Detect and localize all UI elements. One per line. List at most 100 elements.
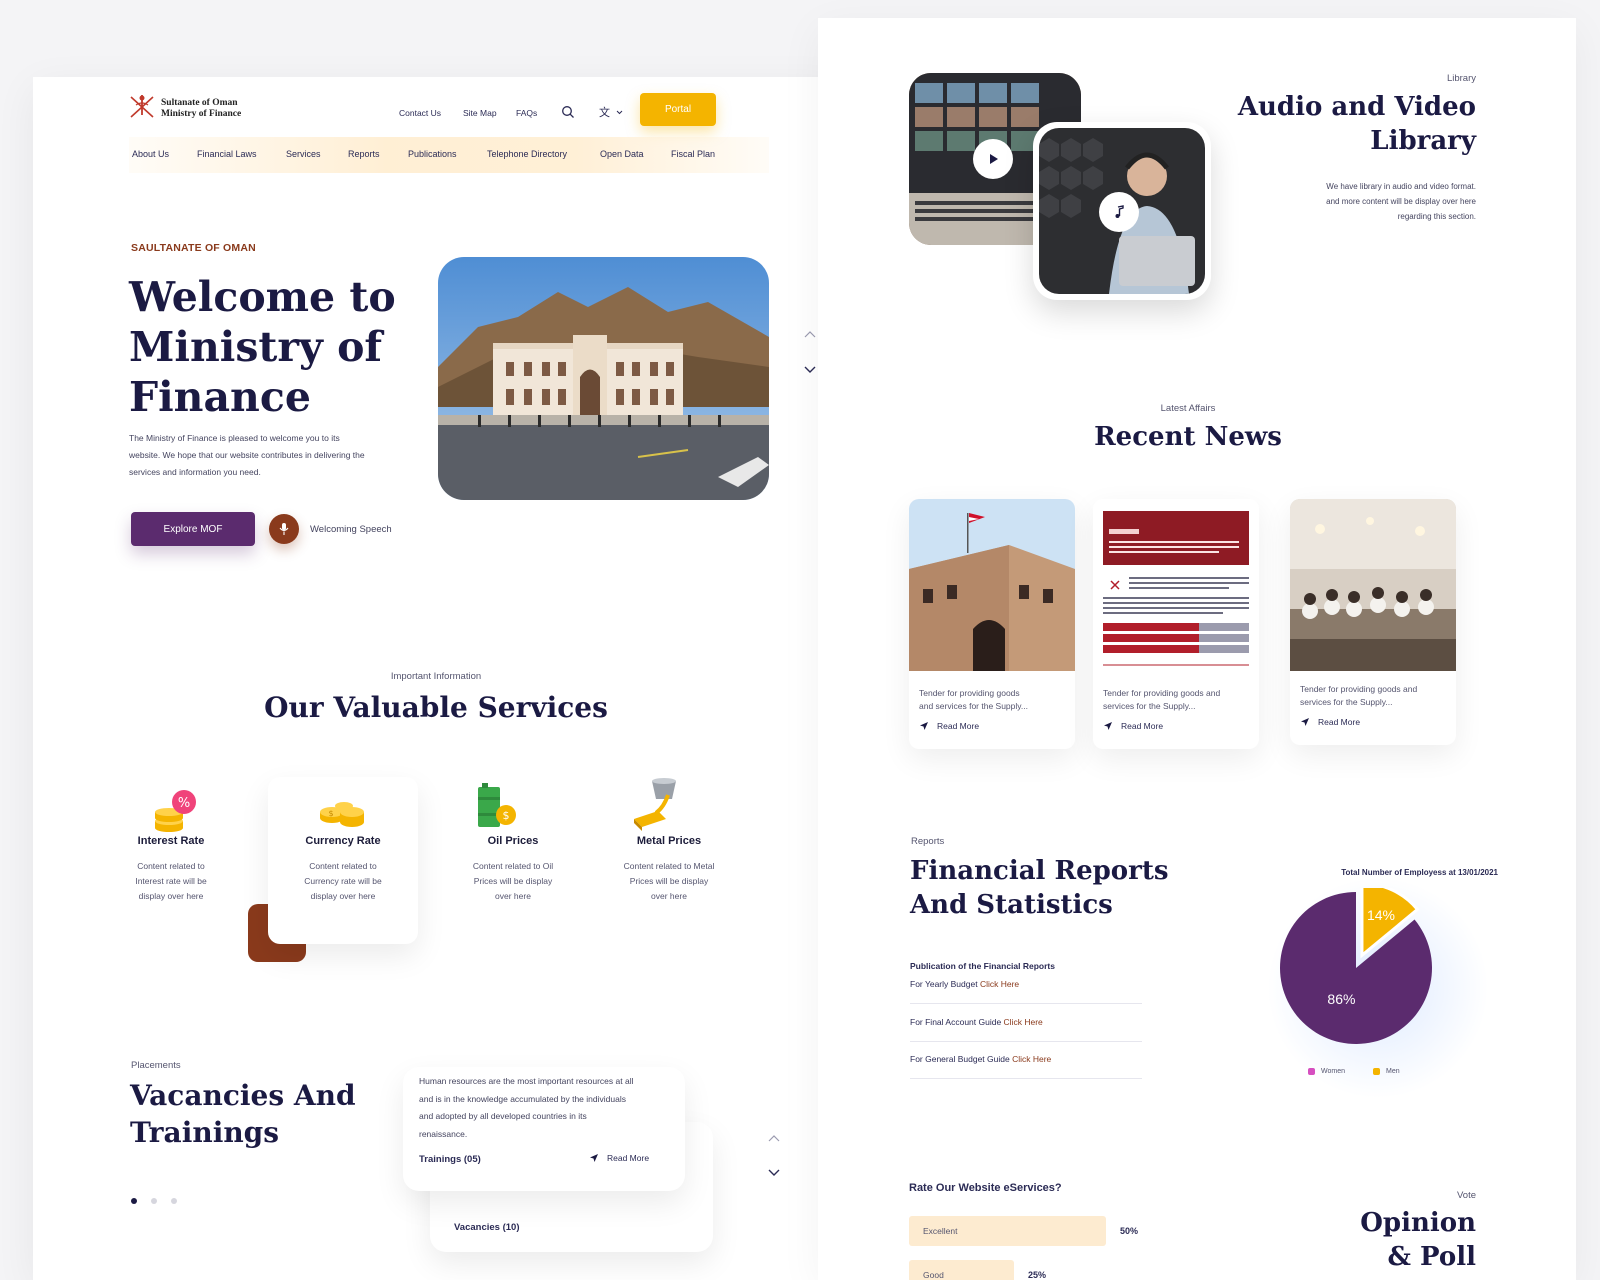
legend-swatch: [1373, 1068, 1380, 1075]
news-read-more[interactable]: Read More: [919, 721, 979, 731]
service-currency-rate[interactable]: $: [308, 788, 388, 838]
poll-eyebrow: Vote: [1456, 1190, 1476, 1201]
news-read-more[interactable]: Read More: [1300, 717, 1360, 727]
hero-title-line-1: Welcome to: [129, 273, 396, 321]
nav-financial-laws[interactable]: Financial Laws: [197, 149, 257, 159]
library-desc-line-3: regarding this section.: [1397, 212, 1476, 221]
library-title-line-1: Audio and Video: [1237, 92, 1476, 122]
general-budget-guide-link[interactable]: For General Budget Guide Click Here: [910, 1054, 1051, 1064]
divider: [910, 1041, 1142, 1042]
hero-title: Welcome to Ministry of Finance: [129, 272, 396, 422]
nav-about-us[interactable]: About Us: [132, 149, 169, 159]
poll-option-good[interactable]: Good: [909, 1260, 1014, 1280]
welcoming-speech-play-button[interactable]: [269, 514, 299, 544]
chevron-up-icon[interactable]: [767, 1133, 781, 1143]
news-card[interactable]: Tender for providing goods and services …: [1290, 499, 1456, 745]
audio-thumbnail[interactable]: [1033, 122, 1211, 300]
service-interest-rate[interactable]: %: [137, 788, 217, 868]
welcoming-speech-label[interactable]: Welcoming Speech: [310, 524, 392, 535]
carousel-dot-active[interactable]: [131, 1198, 137, 1204]
read-more-label: Read More: [937, 721, 980, 731]
microphone-icon: [279, 523, 289, 535]
chevron-down-icon[interactable]: [803, 364, 817, 374]
library-title: Audio and Video Library: [1198, 90, 1476, 158]
news-card[interactable]: Tender for providing goods and services …: [1093, 499, 1259, 749]
news-eyebrow: Latest Affairs: [1160, 403, 1216, 414]
news-card[interactable]: Tender for providing goods and services …: [909, 499, 1075, 749]
hero-desc-line-3: services and information you need.: [129, 467, 261, 477]
arrow-send-icon: [920, 722, 928, 730]
service-desc-line: Interest rate will be: [135, 876, 207, 886]
click-here-link[interactable]: Click Here: [980, 979, 1019, 989]
click-here-link[interactable]: Click Here: [1004, 1017, 1043, 1027]
nav-open-data[interactable]: Open Data: [600, 149, 644, 159]
vacancies-title: Vacancies And Trainings: [130, 1077, 356, 1151]
service-metal-prices[interactable]: [628, 773, 708, 833]
trainings-desc-line: and adopted by all developed countries i…: [419, 1111, 587, 1121]
nav-reports[interactable]: Reports: [348, 149, 380, 159]
contact-us-link[interactable]: Contact Us: [399, 108, 441, 118]
report-link-text: For General Budget Guide: [910, 1054, 1013, 1064]
news-excerpt-line: Tender for providing goods and: [1300, 684, 1418, 694]
library-desc-line-2: and more content will be display over he…: [1326, 197, 1476, 206]
carousel-dot[interactable]: [171, 1198, 177, 1204]
chevron-down-icon[interactable]: [767, 1167, 781, 1177]
language-translate-icon[interactable]: 文: [599, 105, 625, 119]
reports-title: Financial Reports And Statistics: [910, 854, 1169, 922]
ministry-logo[interactable]: [127, 91, 157, 126]
news-excerpt-line: Tender for providing goods: [919, 688, 1020, 698]
news-excerpt: Tender for providing goods and services …: [1103, 687, 1220, 713]
ministry-building-photo: [438, 257, 769, 500]
news-excerpt-line: services for the Supply...: [1103, 701, 1196, 711]
final-account-guide-link[interactable]: For Final Account Guide Click Here: [910, 1017, 1043, 1027]
click-here-link[interactable]: Click Here: [1012, 1054, 1051, 1064]
yearly-budget-link[interactable]: For Yearly Budget Click Here: [910, 979, 1019, 989]
nav-telephone-directory[interactable]: Telephone Directory: [487, 149, 567, 159]
hero-description: The Ministry of Finance is pleased to we…: [129, 430, 409, 481]
service-desc-line: Content related to: [309, 861, 377, 871]
news-image-building: [909, 499, 1075, 671]
trainings-desc-line: Human resources are the most important r…: [419, 1076, 634, 1086]
service-oil-prices[interactable]: $: [468, 777, 548, 837]
services-eyebrow: Important Information: [390, 671, 482, 682]
nav-services[interactable]: Services: [286, 149, 321, 159]
vacancies-eyebrow: Placements: [131, 1060, 181, 1071]
chart-legend: Women Men: [1308, 1068, 1400, 1075]
poll-option-excellent[interactable]: Excellent: [909, 1216, 1106, 1246]
arrow-send-icon: [1301, 718, 1309, 726]
poll-title-line-1: Opinion: [1360, 1208, 1476, 1238]
service-desc-line: over here: [495, 891, 531, 901]
pie-data-label: 86%: [1327, 991, 1355, 1007]
hero-eyebrow: SAULTANATE OF OMAN: [131, 242, 256, 254]
service-desc-line: Content related to Oil: [472, 861, 554, 871]
library-title-line-2: Library: [1370, 126, 1476, 156]
employees-pie-chart: 86% 14%: [1280, 888, 1432, 1044]
nav-fiscal-plan[interactable]: Fiscal Plan: [671, 149, 715, 159]
hero-title-line-3: Finance: [129, 373, 311, 421]
carousel-dot[interactable]: [151, 1198, 157, 1204]
news-read-more[interactable]: Read More: [1103, 721, 1163, 731]
read-more-label: Read More: [607, 1153, 650, 1163]
trainings-count: Trainings (05): [419, 1154, 481, 1165]
explore-mof-button[interactable]: Explore MOF: [131, 512, 255, 546]
audio-photo-frame: [1039, 128, 1205, 294]
video-play-button[interactable]: [973, 139, 1013, 179]
portal-button[interactable]: Portal: [640, 93, 716, 126]
faqs-link[interactable]: FAQs: [516, 108, 537, 118]
audio-play-button[interactable]: [1099, 192, 1139, 232]
site-map-link[interactable]: Site Map: [463, 108, 497, 118]
reports-title-line-2: And Statistics: [910, 890, 1113, 920]
nav-publications[interactable]: Publications: [408, 149, 457, 159]
trainings-card: Human resources are the most important r…: [403, 1067, 685, 1191]
poll-option-label: Good: [923, 1270, 944, 1280]
trainings-desc-line: renaissance.: [419, 1128, 468, 1139]
chevron-up-icon[interactable]: [803, 329, 817, 339]
search-icon[interactable]: [561, 105, 575, 119]
service-desc-line: Prices will be display: [629, 876, 709, 886]
poll-title-line-2: & Poll: [1387, 1242, 1476, 1272]
vacancies-count: Vacancies (10): [454, 1222, 520, 1233]
arrow-send-icon: [1104, 722, 1112, 730]
service-title: Oil Prices: [487, 835, 539, 847]
poll-percentage: 25%: [1028, 1270, 1047, 1280]
trainings-read-more[interactable]: Read More: [589, 1153, 649, 1163]
